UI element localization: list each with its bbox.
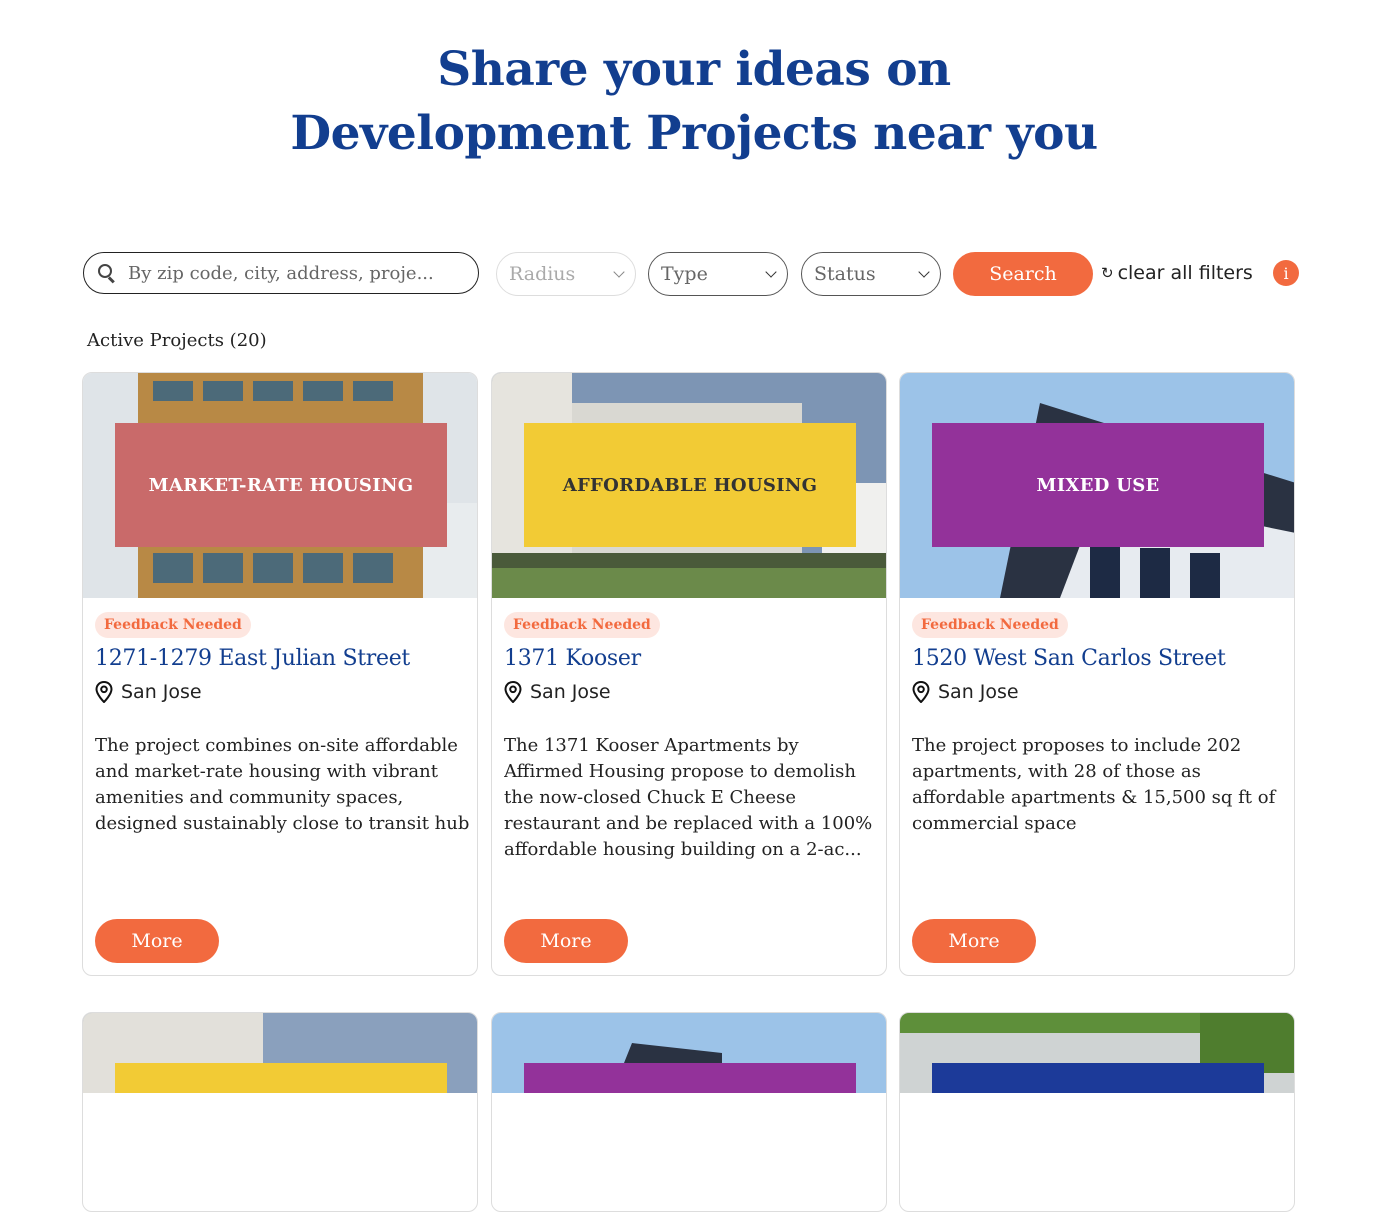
project-title[interactable]: 1371 Kooser xyxy=(504,646,641,671)
project-city: San Jose xyxy=(938,681,1019,703)
page-title-line-2: Development Projects near you xyxy=(290,106,1098,161)
radius-select[interactable]: Radius xyxy=(496,252,636,296)
radius-select-label: Radius xyxy=(509,263,576,285)
search-field[interactable] xyxy=(83,252,479,294)
building-photo xyxy=(83,1013,477,1093)
refresh-icon: ↻ xyxy=(1101,264,1114,282)
project-city: San Jose xyxy=(121,681,202,703)
page-title: Share your ideas on Development Projects… xyxy=(0,38,1388,166)
project-image: MIXED USE xyxy=(900,373,1294,598)
page-title-line-1: Share your ideas on xyxy=(437,42,951,97)
more-button[interactable]: More xyxy=(504,919,628,963)
location-pin-icon xyxy=(912,681,930,703)
project-city: San Jose xyxy=(530,681,611,703)
building-photo xyxy=(900,1013,1294,1093)
location-pin-icon xyxy=(504,681,522,703)
project-image: MARKET-RATE HOUSING xyxy=(83,373,477,598)
chevron-down-icon xyxy=(613,266,625,278)
clear-filters-label: clear all filters xyxy=(1117,262,1253,284)
project-image: AFFORDABLE HOUSING xyxy=(492,373,886,598)
search-input[interactable] xyxy=(128,262,466,284)
status-badge: Feedback Needed xyxy=(95,612,251,638)
status-badge: Feedback Needed xyxy=(912,612,1068,638)
project-card: AFFORDABLE HOUSING Feedback Needed 1371 … xyxy=(491,372,887,976)
project-location: San Jose xyxy=(504,681,611,703)
project-card xyxy=(899,1012,1295,1212)
active-projects-count: Active Projects (20) xyxy=(87,330,267,351)
project-description: The project proposes to include 202 apar… xyxy=(912,735,1276,834)
project-card: MARKET-RATE HOUSING Feedback Needed 1271… xyxy=(82,372,478,976)
filter-bar: Radius Type Status Search ↻ clear all fi… xyxy=(83,252,1303,298)
project-type-banner: AFFORDABLE HOUSING xyxy=(524,423,856,547)
more-button[interactable]: More xyxy=(95,919,219,963)
building-photo xyxy=(492,1013,886,1093)
project-description: The 1371 Kooser Apartments by Affirmed H… xyxy=(504,735,873,860)
status-badge: Feedback Needed xyxy=(504,612,660,638)
type-select[interactable]: Type xyxy=(648,252,788,296)
project-title[interactable]: 1271-1279 East Julian Street xyxy=(95,646,410,671)
project-location: San Jose xyxy=(912,681,1019,703)
clear-filters-link[interactable]: ↻ clear all filters xyxy=(1101,262,1253,284)
chevron-down-icon xyxy=(765,266,777,278)
info-icon[interactable]: i xyxy=(1273,260,1299,286)
status-select-label: Status xyxy=(814,263,876,285)
project-type-banner: MARKET-RATE HOUSING xyxy=(115,423,447,547)
project-location: San Jose xyxy=(95,681,202,703)
project-card xyxy=(491,1012,887,1212)
status-select[interactable]: Status xyxy=(801,252,941,296)
project-card xyxy=(82,1012,478,1212)
chevron-down-icon xyxy=(918,266,930,278)
search-button[interactable]: Search xyxy=(953,252,1093,296)
search-icon xyxy=(96,262,118,284)
location-pin-icon xyxy=(95,681,113,703)
project-description: The project combines on-site affordable … xyxy=(95,735,470,834)
project-type-banner: MIXED USE xyxy=(932,423,1264,547)
type-select-label: Type xyxy=(661,263,708,285)
project-card: MIXED USE Feedback Needed 1520 West San … xyxy=(899,372,1295,976)
more-button[interactable]: More xyxy=(912,919,1036,963)
project-title[interactable]: 1520 West San Carlos Street xyxy=(912,646,1226,671)
